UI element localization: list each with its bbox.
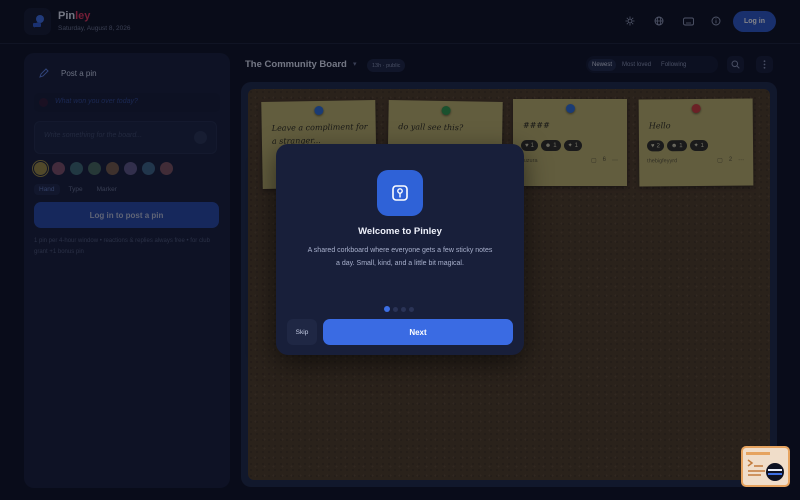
step-dot[interactable] xyxy=(409,306,414,312)
step-dot[interactable] xyxy=(393,306,398,312)
next-button[interactable]: Next xyxy=(323,319,513,345)
dialog-body: A shared corkboard where everyone gets a… xyxy=(307,247,493,267)
step-dot[interactable] xyxy=(384,306,390,312)
dialog-title: Welcome to Pinley xyxy=(358,226,442,237)
skip-button[interactable]: Skip xyxy=(287,319,317,345)
welcome-dialog: Welcome to Pinley A shared corkboard whe… xyxy=(276,144,524,355)
step-dot[interactable] xyxy=(401,306,406,312)
step-indicator xyxy=(384,306,414,312)
help-widget-icon[interactable] xyxy=(741,446,790,487)
welcome-pin-icon xyxy=(377,170,423,216)
